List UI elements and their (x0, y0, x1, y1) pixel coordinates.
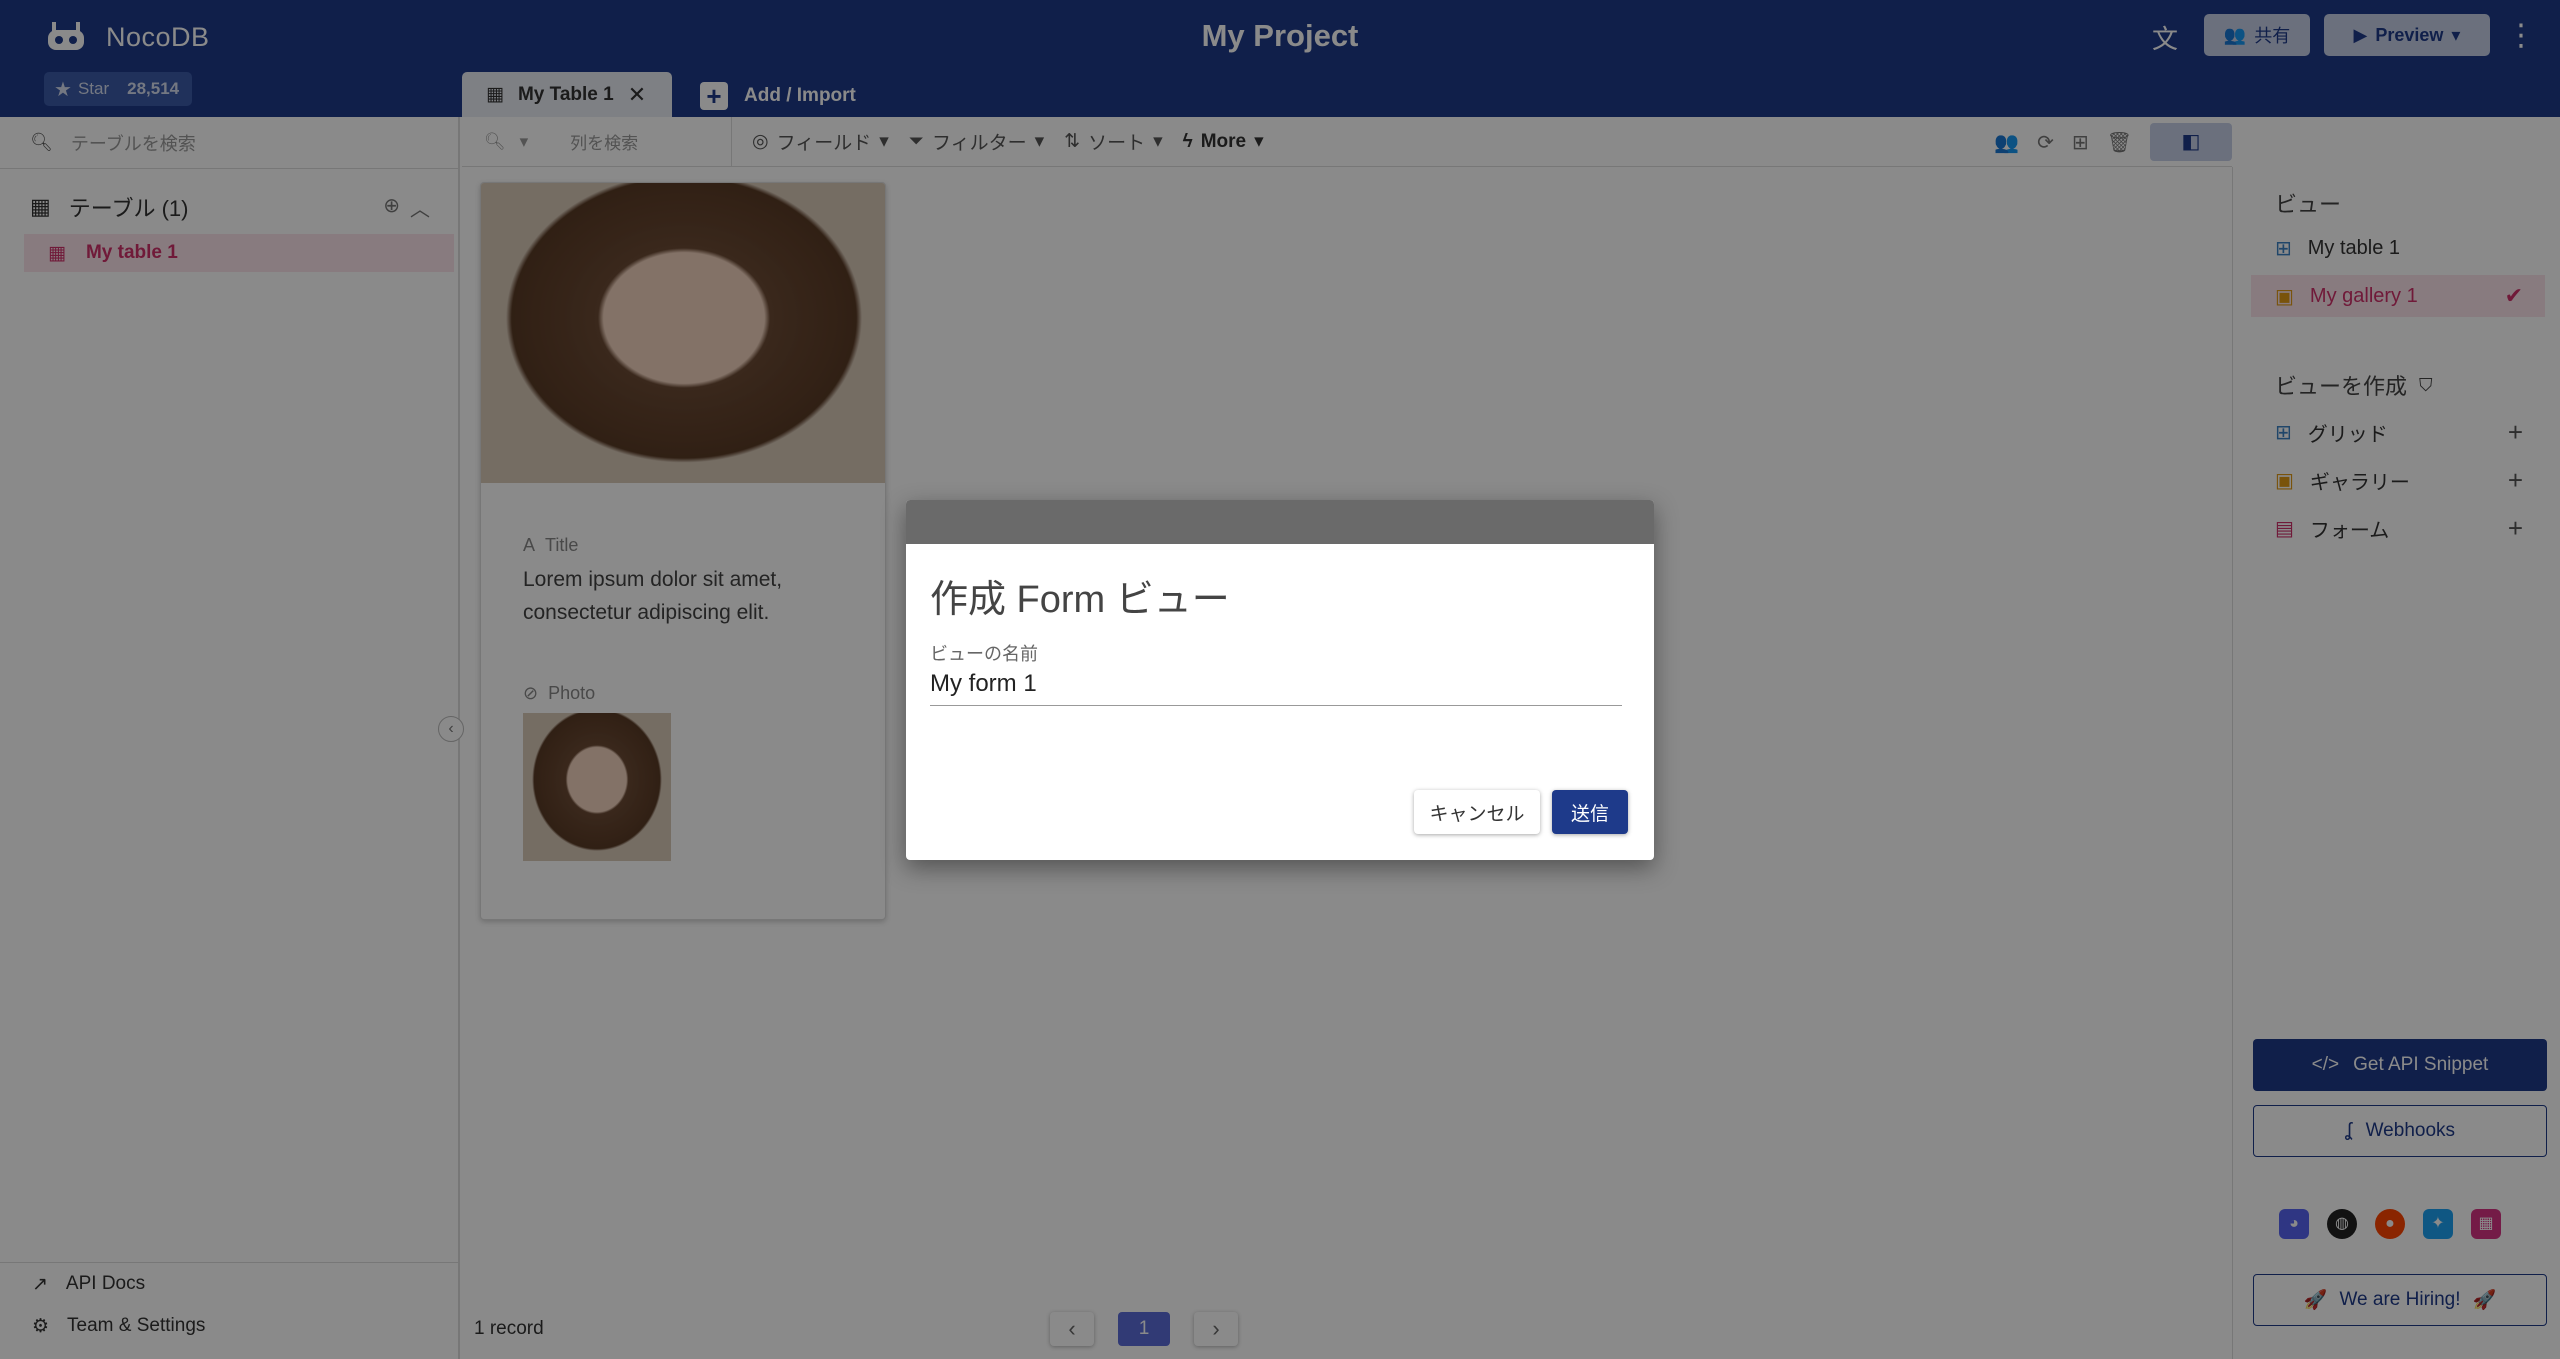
cancel-button[interactable]: キャンセル (1414, 790, 1540, 834)
dialog-header-bar (906, 500, 1654, 544)
submit-button[interactable]: 送信 (1552, 790, 1628, 834)
create-form-view-dialog: 作成 Form ビュー ビューの名前 キャンセル 送信 (906, 500, 1654, 860)
view-name-input[interactable] (930, 662, 1622, 706)
dialog-title: 作成 Form ビュー (930, 579, 1230, 621)
